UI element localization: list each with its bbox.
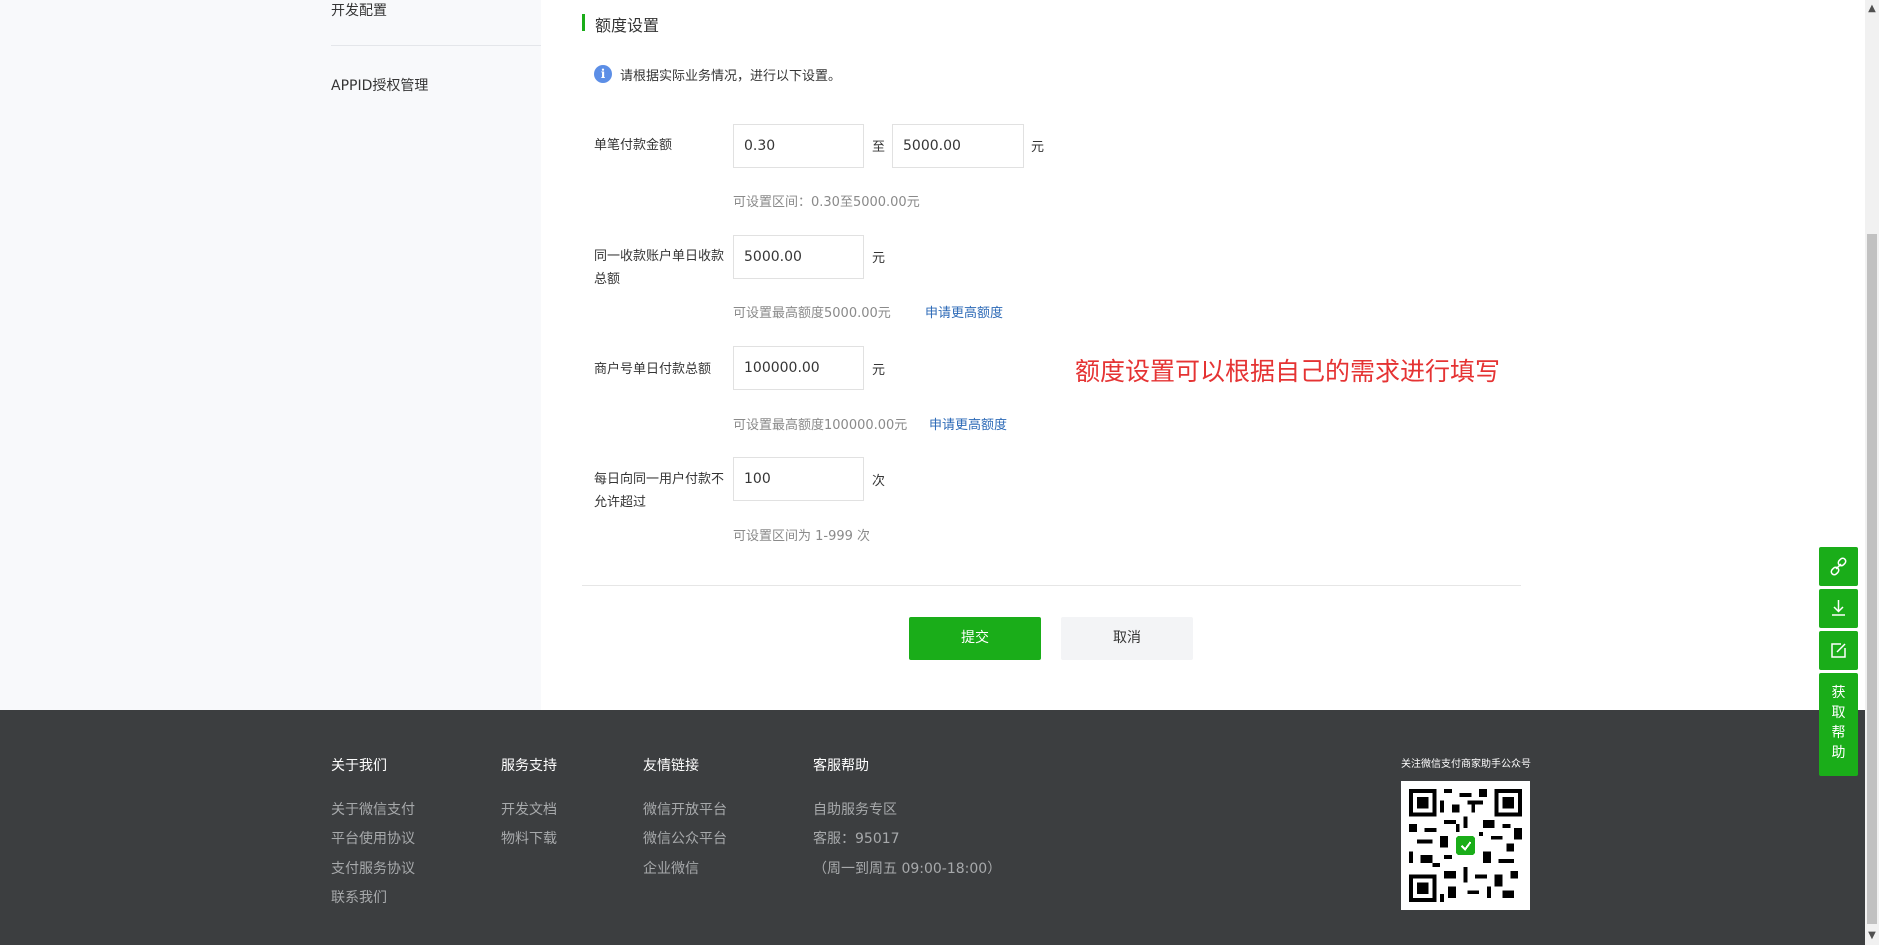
footer-link-self-service[interactable]: 自助服务专区 (813, 799, 897, 819)
info-icon: i (594, 65, 612, 83)
daily-same-account-label: 同一收款账户单日收款总额 (594, 249, 725, 287)
scroll-down-arrow-icon[interactable]: ▼ (1865, 929, 1879, 943)
daily-user-count-label: 每日向同一用户付款不允许超过 (594, 472, 725, 510)
submit-button[interactable]: 提交 (909, 617, 1041, 660)
single-payment-unit: 元 (1031, 140, 1045, 155)
download-tool[interactable] (1819, 589, 1858, 628)
page-footer (0, 710, 1865, 945)
footer-heading-friend-links: 友情链接 (643, 758, 699, 774)
info-notice: 请根据实际业务情况，进行以下设置。 (620, 69, 842, 84)
single-payment-max-input[interactable]: 5000.00 (892, 124, 1024, 168)
footer-service-phone: 客服：95017 (813, 831, 900, 847)
single-payment-min-input[interactable]: 0.30 (733, 124, 864, 168)
get-help-label: 获取帮助 (1831, 685, 1846, 761)
sidebar-divider (331, 45, 541, 46)
footer-link-about-wxpay[interactable]: 关于微信支付 (331, 799, 415, 819)
qr-caption: 关注微信支付商家助手公众号 (1401, 759, 1531, 770)
footer-link-platform-agreement[interactable]: 平台使用协议 (331, 828, 415, 848)
link-icon (1830, 557, 1847, 576)
get-help-button[interactable]: 获取帮助 (1819, 673, 1858, 776)
merchant-daily-input[interactable]: 100000.00 (733, 346, 864, 390)
daily-user-count-input[interactable]: 100 (733, 457, 864, 501)
scrollbar-thumb[interactable] (1867, 234, 1877, 924)
footer-link-payment-agreement[interactable]: 支付服务协议 (331, 858, 415, 878)
sidebar-item-appid-auth[interactable]: APPID授权管理 (331, 75, 428, 95)
apply-higher-limit-link-2[interactable]: 申请更高额度 (929, 414, 1007, 433)
daily-same-account-unit: 元 (872, 251, 886, 266)
footer-heading-support: 服务支持 (501, 758, 557, 774)
apply-higher-limit-link-1[interactable]: 申请更高额度 (925, 302, 1003, 321)
left-sidebar: 开发配置 APPID授权管理 (0, 0, 541, 710)
download-icon (1832, 600, 1845, 616)
section-title: 额度设置 (595, 16, 660, 35)
merchant-daily-unit: 元 (872, 363, 886, 378)
merchant-daily-hint: 可设置最高额度100000.00元 (733, 418, 908, 433)
footer-heading-customer-help: 客服帮助 (813, 758, 869, 774)
section-title-bar (582, 14, 585, 31)
page-scrollbar[interactable]: ▲ ▼ (1865, 0, 1879, 945)
footer-link-wework[interactable]: 企业微信 (643, 858, 699, 878)
cancel-button[interactable]: 取消 (1061, 617, 1193, 660)
sidebar-item-dev-config[interactable]: 开发配置 (331, 0, 387, 20)
single-payment-hint: 可设置区间：0.30至5000.00元 (733, 195, 920, 210)
daily-same-account-input[interactable]: 5000.00 (733, 235, 864, 279)
footer-link-material-download[interactable]: 物料下载 (501, 828, 557, 848)
footer-link-open-platform[interactable]: 微信开放平台 (643, 799, 727, 819)
single-payment-label: 单笔付款金额 (594, 138, 673, 153)
footer-link-contact-us[interactable]: 联系我们 (331, 887, 387, 907)
footer-link-dev-docs[interactable]: 开发文档 (501, 799, 557, 819)
scroll-up-arrow-icon[interactable]: ▲ (1865, 2, 1879, 16)
footer-link-official-platform[interactable]: 微信公众平台 (643, 828, 727, 848)
merchant-daily-label: 商户号单日付款总额 (594, 362, 712, 377)
edit-icon (1831, 643, 1846, 658)
footer-service-hours: （周一到周五 09:00-18:00） (813, 861, 1002, 877)
qr-code (1401, 781, 1530, 910)
range-to-text: 至 (872, 140, 886, 155)
copy-link-tool[interactable] (1819, 547, 1858, 586)
daily-user-count-hint: 可设置区间为 1-999 次 (733, 529, 871, 544)
form-divider (582, 585, 1521, 586)
footer-heading-about: 关于我们 (331, 758, 387, 774)
red-annotation-text: 额度设置可以根据自己的需求进行填写 (1075, 357, 1501, 386)
daily-same-account-hint: 可设置最高额度5000.00元 (733, 306, 891, 321)
daily-user-count-unit: 次 (872, 474, 886, 489)
feedback-tool[interactable] (1819, 631, 1858, 670)
